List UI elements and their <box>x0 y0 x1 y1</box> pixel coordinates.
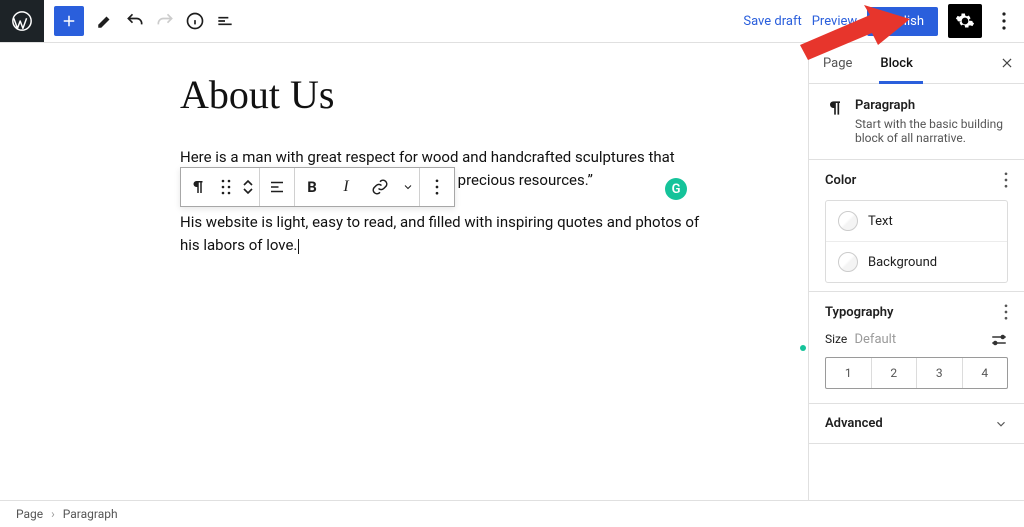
text-color-swatch <box>838 211 858 231</box>
block-info-panel: Paragraph Start with the basic building … <box>809 84 1024 160</box>
advanced-panel: Advanced <box>809 404 1024 444</box>
sidebar-close-button[interactable] <box>990 56 1024 70</box>
font-size-3[interactable]: 3 <box>917 358 963 388</box>
block-toolbar: B I <box>180 167 455 207</box>
background-color-swatch <box>838 252 858 272</box>
right-toolbar: Save draft Preview Publish <box>743 4 1024 38</box>
preview-button[interactable]: Preview <box>812 14 857 29</box>
block-description: Start with the basic building block of a… <box>855 117 1008 145</box>
block-options-button[interactable] <box>420 179 454 195</box>
chevron-down-icon <box>994 417 1008 431</box>
paragraph-block-icon <box>825 98 845 145</box>
settings-sidebar: Page Block Paragraph Start with the basi… <box>808 43 1024 500</box>
editor-canvas[interactable]: About Us Here is a man with great respec… <box>0 43 808 500</box>
advanced-panel-title: Advanced <box>825 416 883 431</box>
typography-panel-more-icon[interactable] <box>1004 304 1008 320</box>
publish-button[interactable]: Publish <box>867 7 938 36</box>
tab-active-indicator <box>879 81 923 84</box>
editor-workspace: About Us Here is a man with great respec… <box>0 43 1024 500</box>
size-settings-icon[interactable] <box>990 333 1008 347</box>
list-view-button[interactable] <box>210 6 240 36</box>
breadcrumb-leaf[interactable]: Paragraph <box>63 507 118 521</box>
text-cursor <box>298 239 299 254</box>
move-up-down[interactable] <box>237 179 259 195</box>
color-panel-title: Color <box>825 173 856 188</box>
text-color-label: Text <box>868 214 893 229</box>
edit-mode-button[interactable] <box>90 6 120 36</box>
size-label: Size Default <box>825 332 896 347</box>
link-button[interactable] <box>363 178 397 196</box>
wp-logo[interactable] <box>0 0 44 42</box>
background-color-button[interactable]: Background <box>826 241 1007 282</box>
grammarly-icon[interactable]: G <box>665 178 687 200</box>
font-size-1[interactable]: 1 <box>826 358 872 388</box>
tab-page[interactable]: Page <box>809 43 866 83</box>
add-block-button[interactable] <box>54 6 84 36</box>
redo-button[interactable] <box>150 6 180 36</box>
color-panel-more-icon[interactable] <box>1004 172 1008 188</box>
tab-block[interactable]: Block <box>866 43 926 83</box>
align-button[interactable] <box>260 178 294 196</box>
more-options-button[interactable] <box>992 4 1016 38</box>
save-draft-button[interactable]: Save draft <box>743 14 801 29</box>
font-size-presets: 1 2 3 4 <box>825 357 1008 389</box>
grammarly-status-dot <box>800 345 806 351</box>
color-panel: Color Text Background <box>809 160 1024 292</box>
more-rich-text-button[interactable] <box>397 181 419 193</box>
font-size-2[interactable]: 2 <box>872 358 918 388</box>
settings-button[interactable] <box>948 4 982 38</box>
color-panel-header[interactable]: Color <box>809 160 1024 200</box>
advanced-panel-header[interactable]: Advanced <box>809 404 1024 443</box>
paragraph-block-2[interactable]: His website is light, easy to read, and … <box>180 211 700 256</box>
breadcrumb-root[interactable]: Page <box>16 507 43 521</box>
breadcrumb-separator-icon: › <box>51 507 55 521</box>
block-type-button[interactable] <box>181 178 215 196</box>
bold-button[interactable]: B <box>295 178 329 196</box>
drag-handle[interactable] <box>215 179 237 195</box>
paragraph-text: His website is light, easy to read, and … <box>180 213 699 254</box>
typography-panel: Typography Size Default 1 2 3 4 <box>809 292 1024 404</box>
background-color-label: Background <box>868 255 937 270</box>
undo-button[interactable] <box>120 6 150 36</box>
block-name: Paragraph <box>855 98 1008 113</box>
font-size-4[interactable]: 4 <box>963 358 1008 388</box>
typography-panel-header[interactable]: Typography <box>809 292 1024 332</box>
info-button[interactable] <box>180 6 210 36</box>
breadcrumb: Page › Paragraph <box>0 500 1024 527</box>
text-color-button[interactable]: Text <box>826 201 1007 241</box>
left-toolbar <box>44 6 240 36</box>
editor-topbar: Save draft Preview Publish <box>0 0 1024 43</box>
sidebar-tabs: Page Block <box>809 43 1024 84</box>
page-title[interactable]: About Us <box>180 71 700 118</box>
typography-panel-title: Typography <box>825 305 894 320</box>
italic-button[interactable]: I <box>329 178 363 196</box>
